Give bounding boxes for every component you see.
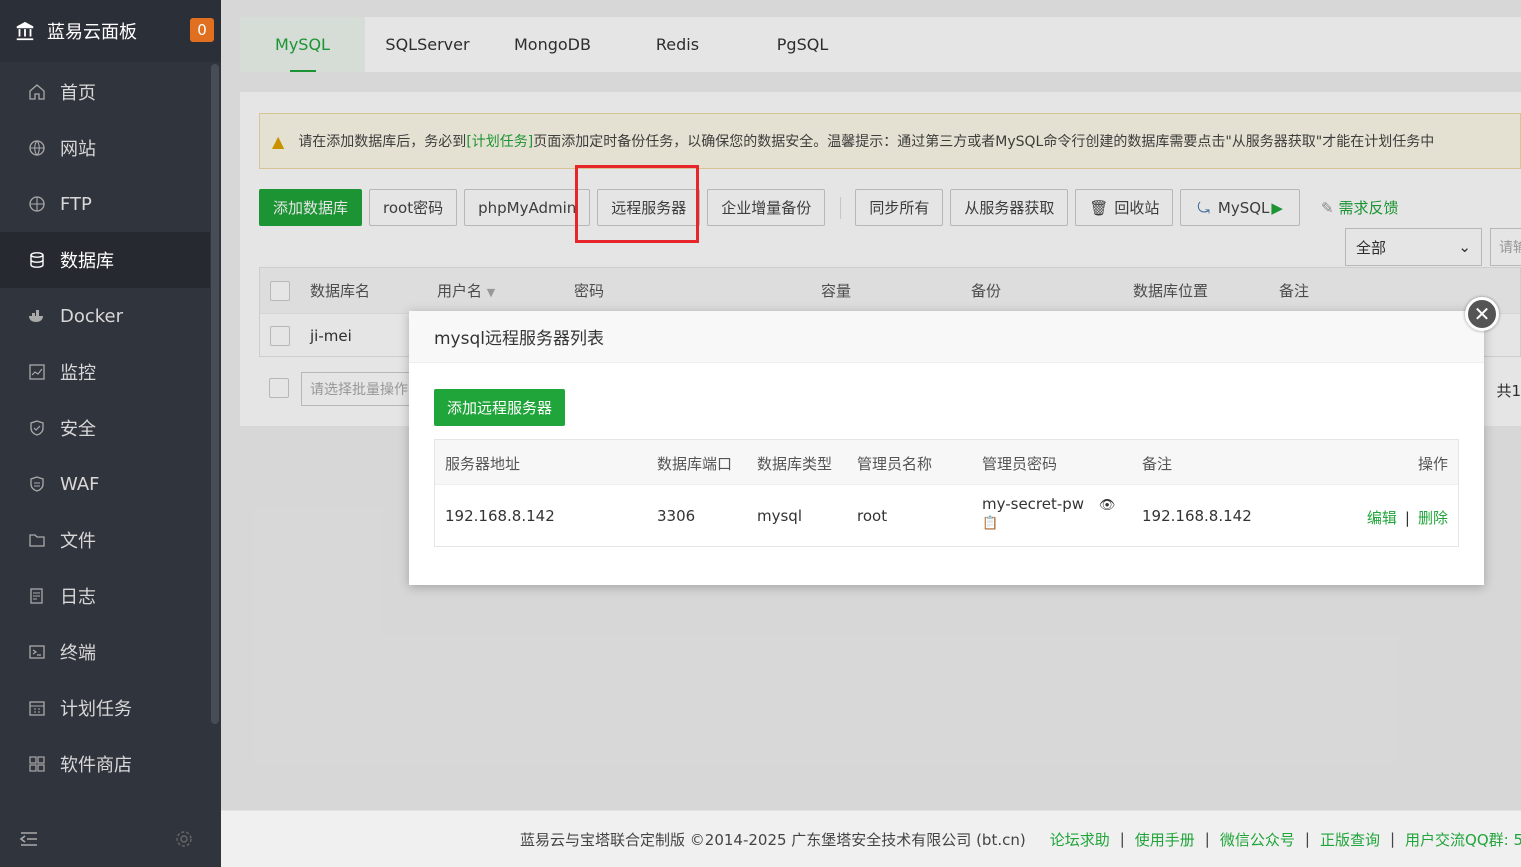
server-note: 192.168.8.142 [1142,507,1252,525]
close-icon[interactable]: ✕ [1465,297,1499,331]
action-divider: | [1404,509,1410,527]
apps-icon [29,756,45,772]
sidebar-item-store[interactable]: 软件商店 [0,736,210,792]
server-admin: root [857,507,888,525]
server-port: 3306 [657,507,696,525]
calendar-icon [29,701,45,716]
sidebar-item-label: FTP [60,193,92,215]
sidebar-item-terminal[interactable]: 终端 [0,624,210,680]
sidebar-item-label: 数据库 [60,251,114,272]
sidebar-item-label: 首页 [60,83,96,104]
col-db-type: 数据库类型 [757,455,833,473]
edit-link[interactable]: 编辑 [1367,509,1397,527]
remote-server-table: 服务器地址 数据库端口 数据库类型 管理员名称 管理员密码 备注 操作 192.… [434,439,1459,547]
add-remote-server-button[interactable]: 添加远程服务器 [434,389,566,426]
monitor-icon [29,364,45,380]
col-server-address: 服务器地址 [445,455,521,473]
col-admin-name: 管理员名称 [857,455,933,473]
footer-link-forum[interactable]: 论坛求助 [1050,829,1110,850]
sidebar-item-label: Docker [60,305,124,327]
col-remark: 备注 [1142,455,1173,473]
footer-link-verify[interactable]: 正版查询 [1320,829,1380,850]
footer-link-wechat[interactable]: 微信公众号 [1220,829,1295,850]
footer-link-manual[interactable]: 使用手册 [1135,829,1195,850]
row-actions: 编辑 | 删除 [1367,507,1448,528]
sidebar-item-label: 日志 [60,587,96,608]
col-actions: 操作 [1417,455,1448,473]
sidebar-item-docker[interactable]: Docker [0,288,210,344]
gear-icon[interactable] [175,830,193,848]
remote-server-modal: mysql远程服务器列表 添加远程服务器 服务器地址 数据库端口 数据库类型 管… [409,311,1484,585]
server-password-cell: my-secret-pw 👁 📋 [982,495,1122,531]
log-icon [30,588,43,604]
sidebar-item-label: 文件 [60,531,96,552]
folder-icon [29,534,45,547]
terminal-icon [29,645,45,659]
sidebar-item-waf[interactable]: WAF [0,456,210,512]
sidebar-item-cron[interactable]: 计划任务 [0,680,210,736]
sidebar-item-label: 软件商店 [60,755,132,776]
home-icon [29,84,45,100]
remote-table-header: 服务器地址 数据库端口 数据库类型 管理员名称 管理员密码 备注 操作 [435,440,1458,484]
server-db-type: mysql [757,507,802,525]
sidebar-item-label: WAF [60,473,100,495]
sidebar-item-home[interactable]: 首页 [0,64,210,120]
eye-icon[interactable]: 👁 [1099,498,1116,513]
copyright: 蓝易云与宝塔联合定制版 ©2014-2025 广东堡塔安全技术有限公司 (bt.… [520,830,1026,849]
sidebar-item-security[interactable]: 安全 [0,400,210,456]
brand-name: 蓝易云面板 [47,22,137,43]
collapse-menu-icon[interactable] [20,831,38,847]
sidebar-item-logs[interactable]: 日志 [0,568,210,624]
footer-divider: | [1119,830,1125,848]
sidebar-footer [0,811,221,867]
sidebar-item-label: 终端 [60,643,96,664]
col-port: 数据库端口 [657,455,733,473]
sidebar: 蓝易云面板 0 首页 网站 FTP 数据库 Docker 监控 安全 WAF 文… [0,0,221,867]
sidebar-item-label: 计划任务 [60,699,132,720]
col-admin-password: 管理员密码 [982,455,1058,473]
footer-divider: | [1389,830,1396,848]
sidebar-item-database[interactable]: 数据库 [0,232,210,288]
sidebar-item-ftp[interactable]: FTP [0,176,210,232]
table-row: 192.168.8.142 3306 mysql root my-secret-… [435,484,1458,547]
shield-icon [30,420,44,436]
footer: 蓝易云与宝塔联合定制版 ©2014-2025 广东堡塔安全技术有限公司 (bt.… [221,810,1521,867]
delete-link[interactable]: 删除 [1418,509,1448,527]
notification-badge[interactable]: 0 [190,18,214,42]
globe-icon [29,140,45,156]
sidebar-item-website[interactable]: 网站 [0,120,210,176]
logo-icon [16,21,34,41]
sidebar-nav: 首页 网站 FTP 数据库 Docker 监控 安全 WAF 文件 日志 终端 … [0,64,210,792]
footer-divider: | [1204,830,1210,848]
footer-divider: | [1304,830,1310,848]
brand[interactable]: 蓝易云面板 0 [0,0,221,62]
highlight-box [575,165,699,243]
footer-link-qq[interactable]: 用户交流QQ群: 5 [1405,829,1521,850]
docker-icon [29,310,43,322]
sidebar-item-label: 监控 [60,363,96,384]
ftp-icon [29,196,45,212]
sidebar-item-files[interactable]: 文件 [0,512,210,568]
modal-title: mysql远程服务器列表 [409,311,1484,363]
server-address: 192.168.8.142 [445,507,555,525]
database-icon [30,252,44,268]
sidebar-item-label: 网站 [60,139,96,160]
copy-icon[interactable]: 📋 [982,516,998,531]
sidebar-item-label: 安全 [60,419,96,440]
sidebar-item-monitor[interactable]: 监控 [0,344,210,400]
sidebar-scrollbar[interactable] [211,64,219,724]
server-password: my-secret-pw [982,495,1085,513]
waf-icon [30,476,44,492]
